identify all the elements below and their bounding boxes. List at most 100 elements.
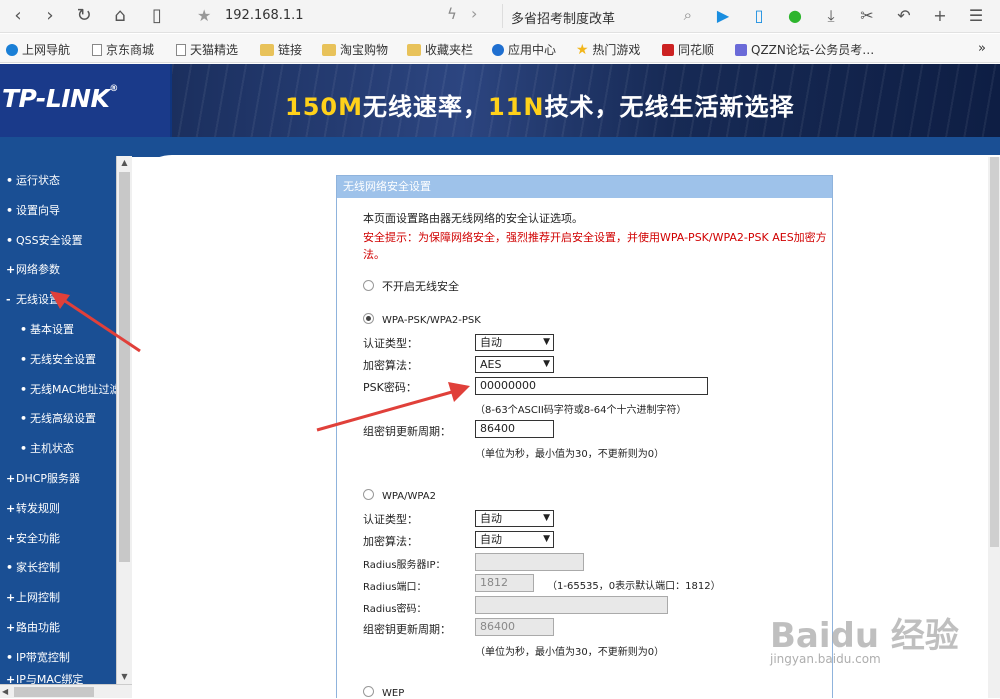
- sidebar-hscrollbar[interactable]: ◀: [0, 684, 132, 698]
- annotation-arrow-sidebar: [50, 291, 141, 353]
- search-box[interactable]: 多省招考制度改革 ⌕: [502, 4, 698, 28]
- phone-icon[interactable]: ▯: [748, 6, 770, 26]
- nav-item-status[interactable]: • 运行状态: [0, 166, 116, 196]
- radio-wpa-psk[interactable]: [363, 313, 374, 324]
- chevron-right-icon[interactable]: ›: [471, 4, 477, 23]
- option-no-security[interactable]: 不开启无线安全: [363, 278, 459, 294]
- refresh-icon[interactable]: ↻: [72, 5, 96, 27]
- dropdown-arrow-icon: ▼: [543, 513, 550, 523]
- radius-port-hint: （1-65535，0表示默认端口：1812）: [547, 581, 721, 592]
- psk-password-input[interactable]: 00000000: [475, 377, 708, 395]
- bookmark-star-icon[interactable]: ★: [197, 6, 211, 25]
- page-scroll-thumb[interactable]: [990, 157, 999, 547]
- auth-type-select[interactable]: 自动 ▼: [475, 334, 554, 351]
- option-wpa-psk[interactable]: WPA-PSK/WPA2-PSK: [363, 313, 481, 326]
- app-icon: [492, 44, 504, 56]
- option-wpa[interactable]: WPA/WPA2: [363, 489, 436, 502]
- group-key-input[interactable]: 86400: [475, 420, 554, 438]
- bookmark-item[interactable]: 应用中心: [492, 41, 556, 58]
- encryption-select[interactable]: AES ▼: [475, 356, 554, 373]
- scroll-up-icon[interactable]: ▲: [117, 156, 132, 170]
- dropdown-arrow-icon: ▼: [543, 337, 550, 347]
- ths-icon: [662, 44, 674, 56]
- router-banner: TP-LINK® 150M无线速率，11N技术，无线生活新选择: [0, 64, 1000, 137]
- nav-item-dhcp[interactable]: +DHCP服务器: [0, 464, 116, 494]
- nav-item-forwarding[interactable]: +转发规则: [0, 494, 116, 524]
- reader-icon[interactable]: ▯: [145, 5, 169, 27]
- download-icon[interactable]: ⤓: [820, 6, 842, 26]
- encryption-label: 加密算法：: [363, 359, 418, 372]
- bookmark-item[interactable]: 同花顺: [662, 41, 714, 58]
- back-icon[interactable]: ‹: [6, 5, 30, 27]
- nav-item-routing[interactable]: +路由功能: [0, 613, 116, 643]
- folder-icon: [407, 44, 421, 56]
- nav-item-wireless-advanced[interactable]: • 无线高级设置: [0, 404, 116, 434]
- more-bookmarks-icon[interactable]: »: [978, 41, 986, 56]
- forward-icon[interactable]: ›: [38, 5, 62, 27]
- annotation-arrow-psk: [316, 382, 470, 432]
- nav-item-wireless-mac[interactable]: • 无线MAC地址过滤: [0, 375, 116, 405]
- group-key2-label: 组密钥更新周期：: [363, 623, 451, 636]
- radius-password-label: Radius密码：: [363, 604, 427, 615]
- nav-item-host-status[interactable]: • 主机状态: [0, 434, 116, 464]
- search-text: 多省招考制度改革: [511, 12, 616, 27]
- bookmark-item[interactable]: 京东商城: [92, 41, 154, 58]
- nav-item-wizard[interactable]: • 设置向导: [0, 196, 116, 226]
- sidebar-scrollbar[interactable]: ▲ ▼: [116, 156, 132, 684]
- baidu-watermark: Baidu 经验 jingyan.baidu.com: [770, 598, 959, 678]
- undo-icon[interactable]: ↶: [893, 6, 915, 26]
- group-key-hint: （单位为秒，最小值为30，不更新则为0）: [475, 449, 665, 460]
- new-tab-icon[interactable]: +: [929, 6, 951, 26]
- group-key2-hint: （单位为秒，最小值为30，不更新则为0）: [475, 647, 665, 658]
- video-icon[interactable]: ▶: [712, 6, 734, 26]
- banner-slogan: 150M无线速率，11N技术，无线生活新选择: [285, 93, 795, 121]
- bookmark-item[interactable]: 淘宝购物: [322, 41, 388, 58]
- page-scrollbar[interactable]: [988, 157, 1000, 698]
- nav-item-bandwidth[interactable]: • IP带宽控制: [0, 643, 116, 673]
- scroll-down-icon[interactable]: ▼: [117, 670, 132, 684]
- banner-image: 150M无线速率，11N技术，无线生活新选择: [172, 64, 1000, 137]
- folder-icon: [322, 44, 336, 56]
- panel-title: 无线网络安全设置: [337, 176, 832, 198]
- nav-item-network[interactable]: +网络参数: [0, 255, 116, 285]
- url-text: 192.168.1.1: [225, 8, 304, 23]
- radio-no-security[interactable]: [363, 280, 374, 291]
- bookmark-item[interactable]: 链接: [260, 41, 302, 58]
- speed-mode-icon[interactable]: ϟ: [447, 5, 457, 23]
- browser-toolbar: ‹ › ↻ ⌂ ▯ ★ 192.168.1.1 ϟ › 多省招考制度改革 ⌕ ▶…: [0, 0, 1000, 33]
- bookmarks-bar: 上网导航 京东商城 天猫精选 链接 淘宝购物 收藏夹栏 应用中心 ★ 热门游戏 …: [0, 34, 1000, 63]
- search-icon[interactable]: ⌕: [684, 6, 692, 24]
- radius-ip-label: Radius服务器IP：: [363, 560, 446, 571]
- address-bar[interactable]: ★ 192.168.1.1 ϟ ›: [193, 4, 493, 28]
- bookmark-item[interactable]: 天猫精选: [176, 41, 238, 58]
- bookmark-item[interactable]: 上网导航: [6, 41, 70, 58]
- auth-type-label: 认证类型：: [363, 337, 418, 350]
- radius-password-input[interactable]: [475, 596, 668, 614]
- star-icon: ★: [576, 42, 589, 58]
- folder-icon: [260, 44, 274, 56]
- sidebar-nav: • 运行状态 • 设置向导 • QSS安全设置 +网络参数 - 无线设置 • 基本设置 •…: [0, 166, 116, 687]
- nav-item-qss[interactable]: • QSS安全设置: [0, 226, 116, 256]
- menu-icon[interactable]: ☰: [965, 6, 987, 26]
- nav-item-parental[interactable]: • 家长控制: [0, 553, 116, 583]
- home-icon[interactable]: ⌂: [108, 5, 132, 27]
- scroll-left-icon[interactable]: ◀: [2, 685, 8, 699]
- bookmark-item[interactable]: ★ 热门游戏: [576, 41, 640, 58]
- nav-item-security[interactable]: +安全功能: [0, 524, 116, 554]
- radio-wpa[interactable]: [363, 489, 374, 500]
- frame-top-strip: [130, 137, 1000, 157]
- bookmark-item[interactable]: QZZN论坛-公务员考…: [735, 41, 874, 58]
- encryption2-select[interactable]: 自动 ▼: [475, 531, 554, 548]
- radius-port-input[interactable]: 1812: [475, 574, 534, 592]
- radio-wep[interactable]: [363, 686, 374, 697]
- group-key2-input[interactable]: 86400: [475, 618, 554, 636]
- nav-item-access-control[interactable]: +上网控制: [0, 583, 116, 613]
- radius-ip-input[interactable]: [475, 553, 584, 571]
- scroll-thumb[interactable]: [119, 172, 130, 562]
- auth-type2-select[interactable]: 自动 ▼: [475, 510, 554, 527]
- hscroll-thumb[interactable]: [14, 687, 94, 697]
- option-wep[interactable]: WEP: [363, 686, 404, 699]
- scissors-icon[interactable]: ✂: [856, 6, 878, 26]
- bookmark-item[interactable]: 收藏夹栏: [407, 41, 473, 58]
- chat-icon[interactable]: ●: [784, 6, 806, 26]
